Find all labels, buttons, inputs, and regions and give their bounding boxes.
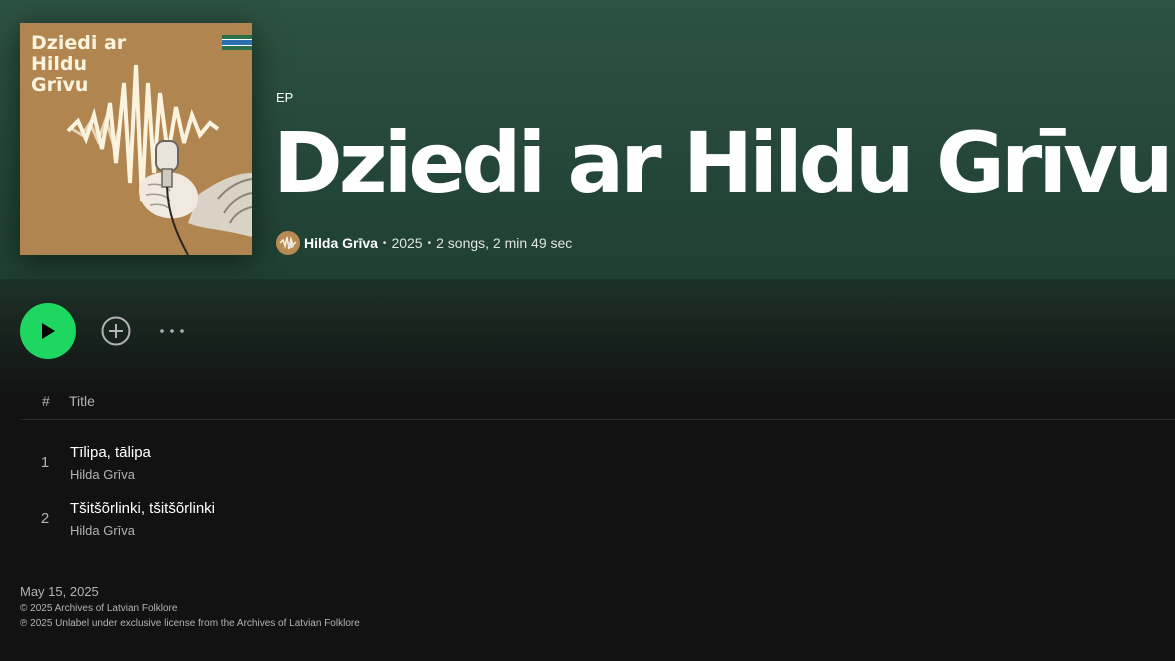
album-summary: 2 songs, 2 min 49 sec [436, 235, 573, 251]
add-to-library-button[interactable] [100, 315, 132, 347]
artist-link[interactable]: Hilda Grīva [304, 235, 378, 251]
album-cover: Dziedi ar Hildu Grīvu [20, 23, 252, 255]
track-title[interactable]: Tīlipa, tālipa [70, 444, 151, 461]
release-year: 2025 [391, 235, 423, 251]
track-number: 1 [40, 454, 50, 471]
album-type-label: EP [276, 90, 294, 105]
album-title: Dziedi ar Hildu Grīvu [273, 114, 1174, 212]
track-artist[interactable]: Hilda Grīva [70, 467, 135, 482]
play-icon [42, 323, 55, 339]
track-title[interactable]: Tšitšõrlinki, tšitšõrlinki [70, 500, 215, 517]
add-circle-icon [101, 316, 131, 346]
artist-avatar[interactable] [276, 231, 300, 255]
track-row[interactable]: 2 Tšitšõrlinki, tšitšõrlinki Hilda Grīva [21, 492, 1175, 548]
track-row[interactable]: 1 Tīlipa, tālipa Hilda Grīva [21, 436, 1175, 492]
cover-title: Dziedi ar Hildu Grīvu [31, 32, 127, 96]
column-number: # [42, 393, 50, 409]
tracklist-header: # Title [21, 390, 1175, 420]
play-button[interactable] [20, 303, 76, 359]
phonogram-copyright-text: ℗ 2025 Unlabel under exclusive license f… [20, 618, 360, 629]
artist-avatar-icon [279, 236, 297, 250]
track-artist[interactable]: Hilda Grīva [70, 523, 135, 538]
column-title: Title [69, 393, 95, 409]
album-meta: Hilda Grīva • 2025 • 2 songs, 2 min 49 s… [276, 231, 572, 255]
flag-icon [222, 35, 252, 50]
more-dots-icon [160, 329, 184, 333]
copyright-text: © 2025 Archives of Latvian Folklore [20, 603, 178, 614]
separator-dot: • [382, 237, 387, 249]
more-options-button[interactable] [156, 315, 188, 347]
release-date: May 15, 2025 [20, 584, 99, 599]
track-number: 2 [40, 510, 50, 527]
separator-dot: • [427, 237, 432, 249]
